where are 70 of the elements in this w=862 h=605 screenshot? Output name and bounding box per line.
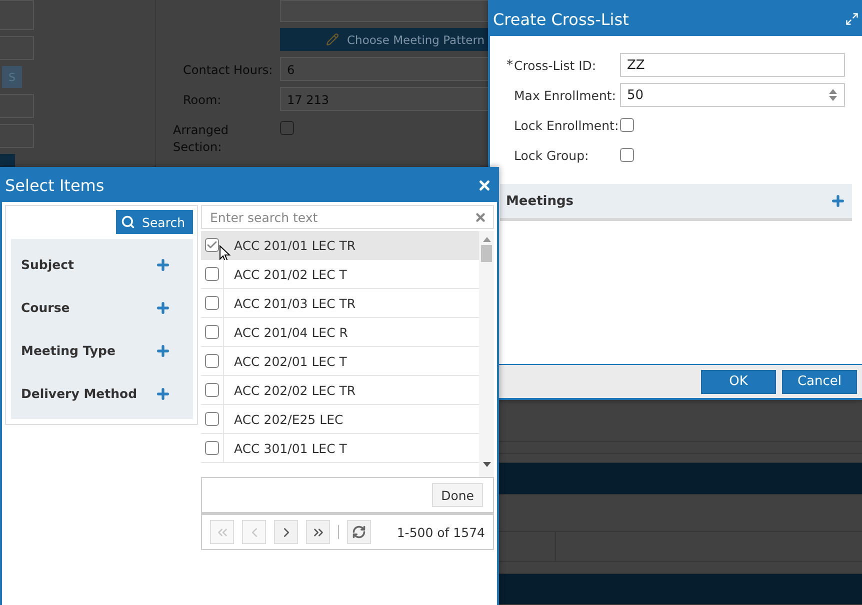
last-page-button[interactable]	[306, 520, 330, 544]
checkbox[interactable]	[620, 118, 634, 132]
list-row[interactable]: ACC 201/04 LEC R	[201, 318, 479, 347]
add-icon[interactable]	[155, 256, 171, 272]
cursor-icon	[219, 245, 231, 263]
clear-icon[interactable]	[474, 210, 487, 224]
item-label: ACC 201/01 LEC TR	[233, 238, 356, 252]
done-button[interactable]: Done	[432, 483, 483, 507]
checkbox[interactable]	[280, 121, 294, 135]
checkbox[interactable]	[205, 441, 219, 455]
checkbox[interactable]	[205, 383, 219, 397]
search-icon	[121, 215, 136, 229]
required-mark: *	[506, 58, 514, 72]
dialog-title: Create Cross-List	[493, 10, 629, 28]
section-title: Meetings	[506, 194, 574, 208]
field-label: Cross-List ID:	[514, 58, 598, 72]
checkbox[interactable]	[205, 354, 219, 368]
list-row[interactable]: ACC 202/02 LEC TR	[201, 376, 479, 405]
dialog-title: Select Items	[5, 176, 104, 195]
pencil-icon	[326, 33, 339, 46]
item-label: ACC 201/04 LEC R	[233, 324, 348, 340]
filter-label: Subject	[21, 257, 74, 272]
field-label: Lock Group:	[514, 148, 590, 162]
refresh-icon	[352, 525, 366, 539]
list-row[interactable]: ACC 202/E25 LEC	[201, 405, 479, 434]
filter-label: Meeting Type	[21, 343, 116, 358]
scrollbar[interactable]	[479, 231, 494, 477]
list-row[interactable]: ACC 201/01 LEC TR	[201, 231, 479, 260]
filter-label: Delivery Method	[21, 386, 138, 401]
cancel-button[interactable]: Cancel	[782, 370, 857, 394]
expand-icon[interactable]	[845, 12, 859, 26]
list-row[interactable]: ACC 202/01 LEC T	[201, 347, 479, 376]
checkbox[interactable]	[205, 325, 219, 339]
refresh-button[interactable]	[347, 520, 371, 544]
checkbox[interactable]	[205, 412, 219, 426]
add-icon[interactable]	[155, 342, 171, 358]
item-label: ACC 202/01 LEC T	[233, 354, 347, 368]
checkbox[interactable]	[620, 148, 634, 162]
item-label: ACC 301/01 LEC T	[233, 440, 347, 456]
item-label: ACC 202/02 LEC TR	[233, 382, 356, 398]
scroll-up-icon[interactable]	[482, 237, 490, 242]
next-page-button[interactable]	[274, 520, 298, 544]
number-field[interactable]: 50	[620, 83, 845, 107]
background-button[interactable]	[0, 154, 15, 168]
list-row[interactable]: ACC 301/01 LEC T	[201, 434, 479, 463]
field-label: Max Enrollment:	[514, 88, 617, 102]
field-label: Contact Hours:	[183, 62, 274, 79]
add-icon[interactable]	[155, 386, 171, 402]
checkbox[interactable]	[205, 267, 219, 281]
checkbox[interactable]	[205, 296, 219, 310]
input-field[interactable]: ZZ	[620, 53, 845, 77]
search-button[interactable]: Search	[116, 210, 193, 234]
list-row[interactable]: ACC 201/02 LEC T	[201, 260, 479, 289]
item-label: ACC 202/E25 LEC	[233, 412, 344, 426]
field-label: Arranged Section:	[173, 122, 230, 156]
field-label: Room:	[183, 92, 222, 109]
spinner-icon[interactable]	[828, 88, 838, 102]
ok-button[interactable]: OK	[701, 370, 776, 394]
field-label: Lock Enrollment:	[514, 118, 620, 132]
scrollbar-thumb[interactable]	[481, 245, 492, 262]
page-range: 1-500 of 1574	[396, 524, 485, 540]
close-icon[interactable]	[477, 178, 492, 193]
filter-label: Course	[21, 300, 70, 315]
item-label: ACC 201/03 LEC TR	[233, 296, 356, 310]
list-row[interactable]: ACC 201/03 LEC TR	[201, 289, 479, 318]
search-field[interactable]: Enter search text	[201, 205, 494, 229]
add-icon[interactable]	[830, 193, 846, 209]
item-label: ACC 201/02 LEC T	[233, 266, 347, 282]
add-icon[interactable]	[155, 300, 171, 316]
checkbox[interactable]	[205, 238, 219, 252]
